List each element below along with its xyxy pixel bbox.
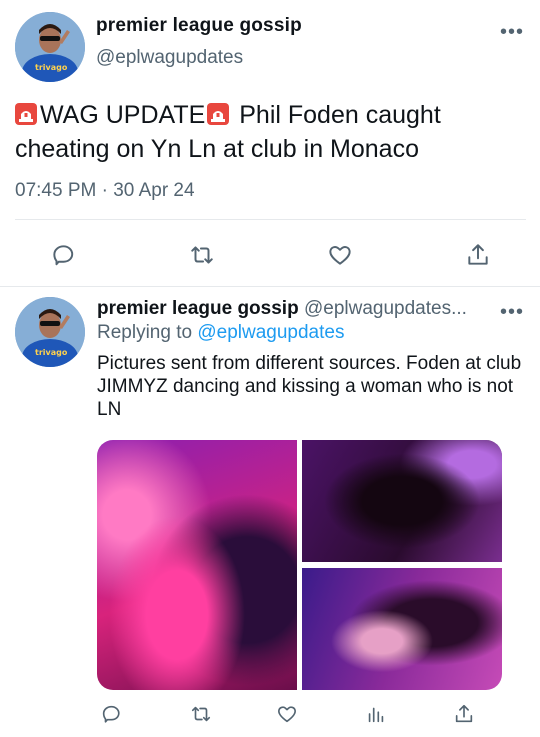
media-grid <box>97 440 502 690</box>
replying-to-label: Replying to <box>97 322 193 343</box>
reply-author-avatar[interactable]: trivago <box>15 297 85 367</box>
like-button[interactable] <box>272 699 302 729</box>
share-button[interactable] <box>449 699 479 729</box>
replying-to: Replying to @eplwagupdates <box>97 322 344 344</box>
replying-to-handle-link[interactable]: @eplwagupdates <box>197 322 344 343</box>
svg-text:trivago: trivago <box>35 348 68 357</box>
reply-button[interactable] <box>96 699 126 729</box>
share-icon <box>468 244 488 265</box>
more-horizontal-icon[interactable]: ••• <box>500 302 524 322</box>
views-chart-icon <box>368 707 384 723</box>
views-button[interactable] <box>361 699 391 729</box>
divider <box>0 286 540 287</box>
retweet-icon <box>191 706 211 722</box>
author-handle[interactable]: @eplwagupdates <box>96 47 243 69</box>
share-button[interactable] <box>463 240 493 270</box>
reply-icon <box>102 705 120 723</box>
police-car-light-icon <box>207 103 230 125</box>
reply-author-name[interactable]: premier league gossip <box>97 298 299 319</box>
reply-text: Pictures sent from different sources. Fo… <box>97 353 522 420</box>
reply-author-line: premier league gossip @eplwagupdates... <box>97 298 467 320</box>
reply-icon <box>53 245 74 266</box>
more-horizontal-icon[interactable]: ••• <box>500 22 524 42</box>
police-car-light-icon <box>15 103 37 125</box>
heart-icon <box>329 246 351 265</box>
heart-icon <box>278 706 296 723</box>
media-photo-2[interactable] <box>302 440 502 562</box>
tweet-text: WAG UPDATE Phil Foden caught cheating on… <box>15 98 525 166</box>
media-photo-3[interactable] <box>302 568 502 690</box>
retweet-icon <box>191 246 213 264</box>
like-button[interactable] <box>325 240 355 270</box>
svg-text:trivago: trivago <box>35 63 68 72</box>
divider <box>15 219 526 220</box>
reply-button[interactable] <box>48 240 78 270</box>
tweet-text-prefix: WAG UPDATE <box>40 101 206 129</box>
reply-author-handle[interactable]: @eplwagupdates... <box>304 298 467 319</box>
share-icon <box>455 704 473 723</box>
retweet-button[interactable] <box>187 240 217 270</box>
tweet-timestamp[interactable]: 07:45 PM · 30 Apr 24 <box>15 180 195 202</box>
author-name[interactable]: premier league gossip <box>96 15 302 37</box>
media-photo-1[interactable] <box>97 440 297 690</box>
retweet-button[interactable] <box>186 699 216 729</box>
author-avatar[interactable]: trivago <box>15 12 85 82</box>
